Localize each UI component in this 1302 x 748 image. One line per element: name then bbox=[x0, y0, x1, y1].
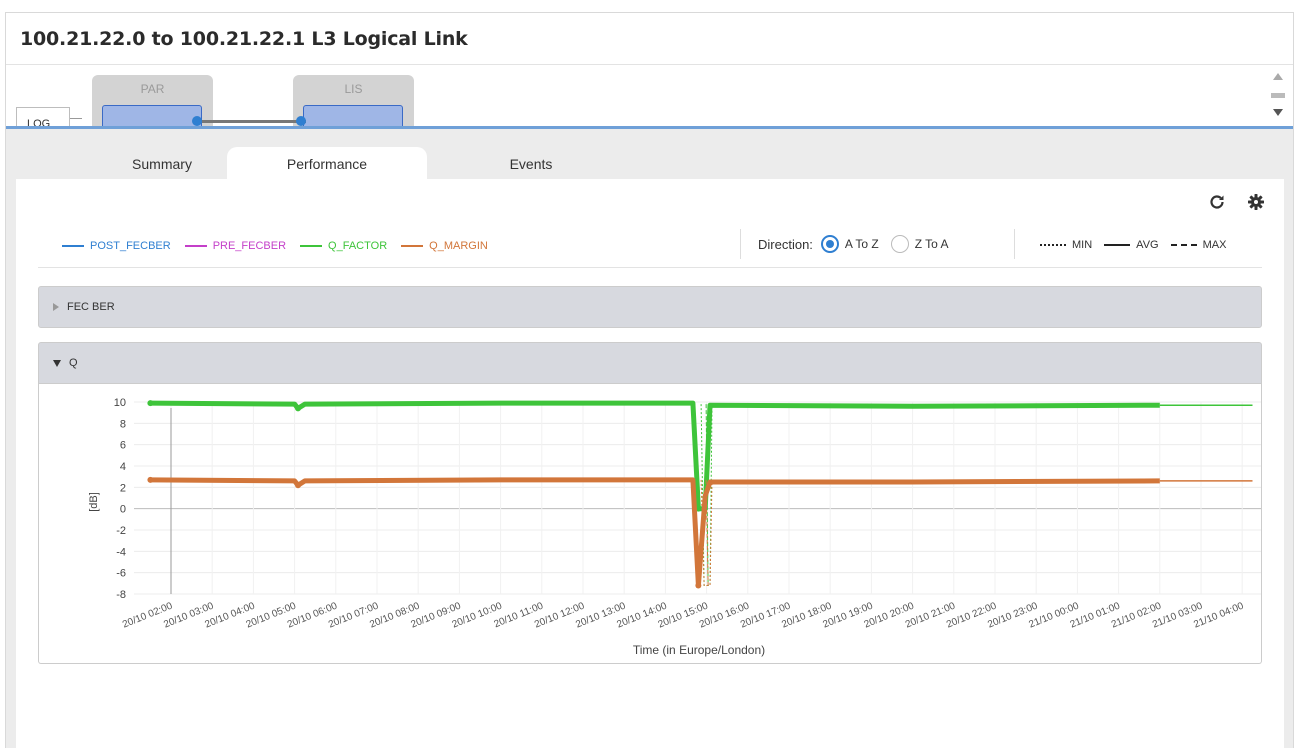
refresh-icon[interactable] bbox=[1208, 193, 1226, 217]
divider bbox=[38, 267, 1262, 268]
x-axis-title: Time (in Europe/London) bbox=[633, 643, 765, 657]
legend-swatch bbox=[184, 245, 207, 247]
legend-item-q-factor[interactable]: Q_FACTOR bbox=[300, 240, 387, 252]
series-avg-line[interactable] bbox=[150, 400, 1160, 512]
line-style-solid bbox=[1104, 244, 1131, 246]
performance-content: POST_FECBER PRE_FECBER Q_FACTOR Q_MARGIN… bbox=[16, 179, 1284, 748]
q-chart-panel: 10 8 6 4 2 0 -2 -4 -6 -8 20/10 02:00 20/10 03:00 20/… bbox=[38, 384, 1262, 664]
data-point[interactable] bbox=[147, 476, 154, 483]
q-chart[interactable]: 1086420-2-4-6-820/10 02:0020/10 03:0020/… bbox=[39, 384, 1261, 659]
direction-label: Direction: bbox=[758, 236, 813, 252]
gear-icon[interactable] bbox=[1247, 193, 1265, 217]
section-header[interactable]: Q bbox=[53, 357, 78, 369]
topology-view[interactable]: LOG PAR LIS bbox=[6, 65, 1293, 128]
page-title: 100.21.22.0 to 100.21.22.1 L3 Logical Li… bbox=[20, 28, 468, 50]
node-label: LIS bbox=[344, 82, 363, 96]
legend-swatch bbox=[401, 245, 424, 247]
legend-label: Q_MARGIN bbox=[429, 240, 488, 252]
legend-item-q-margin[interactable]: Q_MARGIN bbox=[401, 240, 488, 252]
data-point[interactable] bbox=[695, 582, 702, 589]
y-tick-label: 10 bbox=[114, 397, 126, 409]
divider bbox=[740, 229, 741, 259]
title-bar: 100.21.22.0 to 100.21.22.1 L3 Logical Li… bbox=[6, 13, 1293, 65]
y-tick-label: 0 bbox=[120, 504, 126, 516]
legend-label: Q_FACTOR bbox=[328, 240, 388, 252]
y-tick-label: 2 bbox=[120, 482, 126, 494]
link-endpoint-z[interactable] bbox=[296, 116, 306, 126]
tab-events[interactable]: Events bbox=[431, 147, 631, 179]
section-title: Q bbox=[69, 357, 78, 369]
legend-label: POST_FECBER bbox=[90, 240, 171, 252]
data-point[interactable] bbox=[295, 405, 302, 412]
node-label: PAR bbox=[140, 82, 165, 96]
y-tick-label: 8 bbox=[120, 418, 126, 430]
log-connector bbox=[70, 118, 82, 119]
series-avg-line[interactable] bbox=[150, 477, 1160, 588]
link-line[interactable] bbox=[202, 120, 306, 123]
divider bbox=[1014, 229, 1015, 259]
radio-label-a-to-z[interactable]: A To Z bbox=[845, 237, 879, 251]
topology-scrollbar[interactable] bbox=[1271, 73, 1285, 123]
legend-label: PRE_FECBER bbox=[212, 240, 287, 252]
y-tick-label: -2 bbox=[116, 525, 126, 537]
stat-label: AVG bbox=[1136, 239, 1159, 251]
y-tick-label: -4 bbox=[116, 546, 126, 558]
scroll-down-icon[interactable] bbox=[1273, 109, 1283, 116]
data-point[interactable] bbox=[147, 400, 154, 407]
section-title: FEC BER bbox=[67, 301, 115, 313]
line-style-dotted bbox=[1040, 244, 1066, 246]
node-port-box[interactable] bbox=[102, 105, 202, 128]
link-endpoint-a[interactable] bbox=[192, 116, 202, 126]
y-tick-label: -8 bbox=[116, 589, 126, 601]
stat-min: MIN bbox=[1040, 239, 1092, 251]
line-style-dashed bbox=[1170, 244, 1197, 246]
radio-label-z-to-a[interactable]: Z To A bbox=[915, 237, 949, 251]
tab-performance[interactable]: Performance bbox=[227, 147, 427, 179]
data-point[interactable] bbox=[295, 482, 302, 489]
statistic-legend: MIN AVG MAX bbox=[1040, 239, 1238, 251]
node-lis[interactable]: LIS bbox=[293, 75, 414, 128]
log-tab[interactable]: LOG bbox=[16, 107, 70, 128]
legend-item-post-fecber[interactable]: POST_FECBER bbox=[62, 240, 171, 252]
y-tick-label: 6 bbox=[120, 440, 126, 452]
radio-a-to-z[interactable] bbox=[820, 235, 839, 253]
section-header[interactable]: FEC BER bbox=[53, 301, 115, 313]
y-tick-label: -6 bbox=[116, 568, 126, 580]
link-detail-window: 100.21.22.0 to 100.21.22.1 L3 Logical Li… bbox=[5, 12, 1294, 748]
node-port-box[interactable] bbox=[303, 105, 403, 128]
scroll-thumb[interactable] bbox=[1271, 93, 1285, 98]
legend-swatch bbox=[62, 245, 84, 247]
direction-selector: Direction: A To Z Z To A bbox=[758, 235, 953, 253]
stat-avg: AVG bbox=[1104, 239, 1159, 251]
stat-label: MAX bbox=[1202, 239, 1227, 251]
tab-bar: Summary Performance Events bbox=[6, 147, 1293, 179]
y-axis-title: [dB] bbox=[88, 492, 100, 512]
legend-item-pre-fecber[interactable]: PRE_FECBER bbox=[184, 240, 287, 252]
metric-legend: POST_FECBER PRE_FECBER Q_FACTOR Q_MARGIN bbox=[62, 236, 502, 256]
scroll-up-icon[interactable] bbox=[1273, 73, 1283, 80]
stat-max: MAX bbox=[1170, 239, 1227, 251]
y-tick-label: 4 bbox=[120, 461, 126, 473]
expand-icon bbox=[53, 303, 59, 311]
collapse-icon bbox=[53, 359, 61, 367]
legend-swatch bbox=[300, 245, 323, 247]
details-panel: ⁝⁝⁝ Summary Performance Events POST_FECB… bbox=[6, 129, 1293, 748]
section-fec-ber[interactable]: FEC BER bbox=[38, 286, 1262, 328]
stat-label: MIN bbox=[1072, 239, 1093, 251]
radio-z-to-a[interactable] bbox=[890, 235, 909, 253]
section-q[interactable]: Q bbox=[38, 342, 1262, 384]
